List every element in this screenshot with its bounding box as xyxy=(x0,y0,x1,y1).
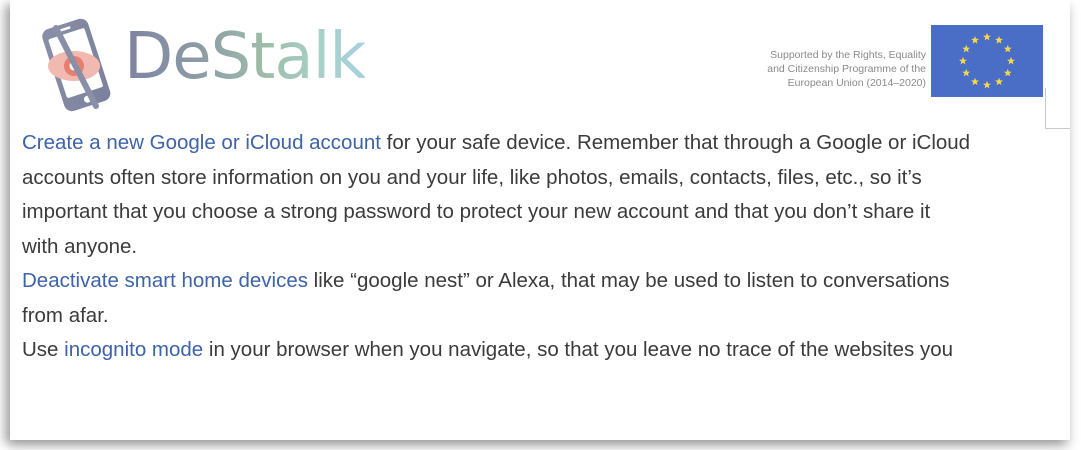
text-line: Create a new Google or iCloud account fo… xyxy=(22,126,1062,161)
text-line: Deactivate smart home devices like “goog… xyxy=(22,264,1062,299)
page-corner-mark xyxy=(1045,88,1070,129)
body-text-run: important that you choose a strong passw… xyxy=(22,200,931,223)
funding-line: and Citizenship Programme of the xyxy=(767,63,926,75)
inline-link[interactable]: Deactivate smart home devices xyxy=(22,269,308,292)
brand-wordmark: DeStalk xyxy=(124,20,366,94)
phone-eye-logo-icon xyxy=(42,18,111,112)
text-line: Use incognito mode in your browser when … xyxy=(22,333,1062,368)
inline-link[interactable]: Create a new Google or iCloud account xyxy=(22,131,381,154)
body-text-run: in your browser when you navigate, so th… xyxy=(203,338,954,361)
body-text-run: like “google nest” or Alexa, that may be… xyxy=(307,269,950,292)
document-body: Create a new Google or iCloud account fo… xyxy=(22,126,1062,368)
body-text-run: for your safe device. Remember that thro… xyxy=(380,131,971,154)
funding-line: Supported by the Rights, Equality xyxy=(770,49,926,61)
body-text-run: Use xyxy=(22,338,65,361)
funding-line: European Union (2014–2020) xyxy=(787,77,926,89)
body-text-run: accounts often store information on you … xyxy=(22,165,922,189)
eu-flag-icon xyxy=(931,25,1043,97)
destalk-logo: DeStalk xyxy=(34,14,366,114)
body-text-run: from afar. xyxy=(22,303,109,327)
funding-notice: Supported by the Rights, Equality and Ci… xyxy=(696,48,926,90)
body-text-run: with anyone. xyxy=(22,234,138,258)
inline-link[interactable]: incognito mode xyxy=(64,338,203,361)
document-header: DeStalk Supported by the Rights, Equalit… xyxy=(10,0,1070,129)
text-line: accounts often store information on you … xyxy=(22,161,1062,196)
text-line: from afar. xyxy=(22,299,1062,334)
text-line: with anyone. xyxy=(22,230,1062,265)
text-line: important that you choose a strong passw… xyxy=(22,195,1062,230)
document-page: DeStalk Supported by the Rights, Equalit… xyxy=(10,0,1070,440)
